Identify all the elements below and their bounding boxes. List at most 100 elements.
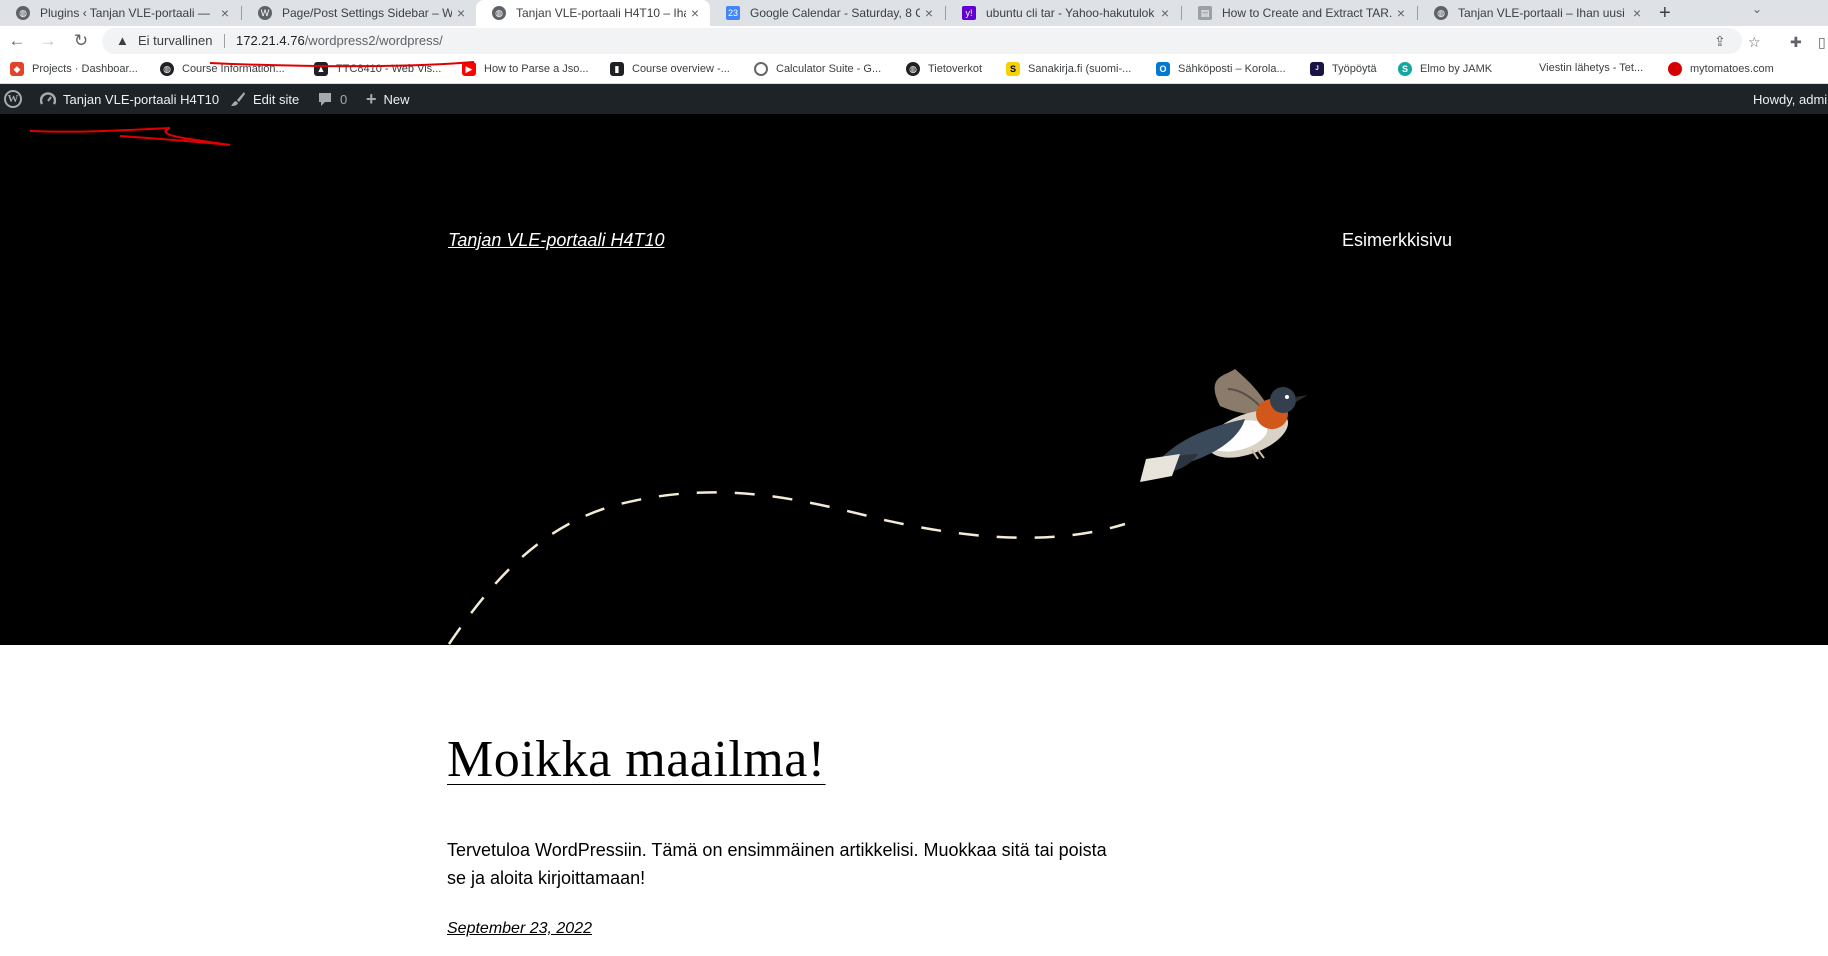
comment-bubble-icon	[317, 92, 333, 107]
url-text[interactable]: 172.21.4.76/wordpress2/wordpress/	[236, 33, 443, 48]
close-tab-icon[interactable]: ×	[452, 5, 470, 21]
gitlab-icon: ◆	[10, 62, 24, 76]
elmo-icon: S	[1398, 62, 1412, 76]
browser-tab-active[interactable]: ◍ Tanjan VLE-portaali H4T10 – Ihan ×	[476, 0, 710, 26]
bookmark-item[interactable]: O Sähköposti – Korola...	[1156, 62, 1286, 76]
site-header-hero: Tanjan VLE-portaali H4T10 Esimerkkisivu	[0, 114, 1828, 645]
comments-link[interactable]: 0	[317, 84, 347, 114]
bookmark-item[interactable]: ◆ Projects · Dashboar...	[10, 62, 138, 76]
browser-tab-strip: ◍ Plugins ‹ Tanjan VLE-portaali — × W Pa…	[0, 0, 1828, 26]
side-panel-icon[interactable]: ▯	[1818, 34, 1826, 51]
comments-count: 0	[340, 91, 348, 107]
bookmark-item[interactable]: S Sanakirja.fi (suomi-...	[1006, 62, 1131, 76]
browser-toolbar: ← → ↻ ▲ Ei turvallinen 172.21.4.76/wordp…	[0, 26, 1828, 56]
url-path: /wordpress2/wordpress/	[304, 33, 443, 48]
globe-icon: ◍	[1434, 6, 1448, 20]
bird-illustration	[1140, 369, 1308, 482]
book-icon: ▮	[610, 62, 624, 76]
geogebra-icon	[754, 62, 768, 76]
globe-dark-icon: ◍	[160, 62, 174, 76]
close-tab-icon[interactable]: ×	[1628, 5, 1646, 21]
wordpress-logo-icon: W	[4, 90, 22, 108]
browser-tab[interactable]: ▤ How to Create and Extract TAR.G ×	[1182, 0, 1416, 26]
new-label: New	[383, 91, 410, 107]
bookmark-label: Viestin lähetys - Tet...	[1539, 62, 1644, 74]
globe-icon: ◍	[492, 6, 506, 20]
youtube-icon: ▶	[462, 62, 476, 76]
bookmark-label: Elmo by JAMK	[1420, 63, 1493, 75]
sanakirja-icon: S	[1006, 62, 1020, 76]
browser-tab[interactable]: y! ubuntu cli tar - Yahoo-hakutulok ×	[946, 0, 1180, 26]
insecure-label[interactable]: Ei turvallinen	[138, 33, 212, 48]
close-tab-icon[interactable]: ×	[216, 5, 234, 21]
my-account-menu[interactable]: Howdy, admi	[1753, 84, 1827, 114]
bookmark-item[interactable]: S Elmo by JAMK	[1398, 62, 1492, 76]
tab-title: Page/Post Settings Sidebar – Wo	[282, 6, 452, 20]
bookmark-label: Course Information...	[182, 63, 285, 75]
bookmark-label: Sähköposti – Korola...	[1178, 63, 1286, 75]
plus-icon: +	[366, 88, 377, 109]
bookmark-item[interactable]: ◍ Course Information...	[160, 62, 285, 76]
bookmark-item[interactable]: Calculator Suite - G...	[754, 62, 881, 76]
wp-logo-menu[interactable]: W	[4, 84, 22, 114]
browser-tab[interactable]: W Page/Post Settings Sidebar – Wo ×	[242, 0, 476, 26]
bookmark-label: Työpöytä	[1332, 63, 1377, 75]
bookmark-item[interactable]: ▲ TTC8410 - Web Vis...	[314, 62, 441, 76]
close-tab-icon[interactable]: ×	[686, 5, 704, 21]
dashboard-gauge-icon	[40, 92, 56, 106]
bookmark-star-icon[interactable]: ☆	[1748, 34, 1761, 51]
yahoo-icon: y!	[962, 6, 976, 20]
url-host: 172.21.4.76	[236, 33, 305, 48]
outlook-icon: O	[1156, 62, 1170, 76]
post-title-link[interactable]: Moikka maailma!	[447, 730, 826, 789]
tab-title: Plugins ‹ Tanjan VLE-portaali —	[40, 6, 210, 20]
share-icon[interactable]: ⇪	[1714, 33, 1726, 50]
tab-title: Tanjan VLE-portaali – Ihan uusi V	[1458, 6, 1628, 20]
bookmark-item[interactable]: ▮ Course overview -...	[610, 62, 730, 76]
bookmark-item[interactable]: ▶ How to Parse a Jso...	[462, 62, 589, 76]
bookmark-label: Calculator Suite - G...	[776, 63, 882, 75]
post-date-link[interactable]: September 23, 2022	[447, 920, 592, 938]
edit-site-label: Edit site	[253, 91, 300, 107]
browser-tab[interactable]: ◍ Tanjan VLE-portaali – Ihan uusi V ×	[1418, 0, 1652, 26]
bookmarks-bar: ◆ Projects · Dashboar... ◍ Course Inform…	[0, 56, 1828, 84]
edit-site-link[interactable]: Edit site	[230, 84, 299, 114]
new-tab-button[interactable]: +	[1659, 0, 1671, 26]
jamk-icon: J	[1310, 62, 1324, 76]
bookmark-item[interactable]: J Työpöytä	[1310, 62, 1377, 76]
bookmark-item[interactable]: Viestin lähetys - Tet...	[1539, 62, 1643, 74]
site-name-menu[interactable]: Tanjan VLE-portaali H4T10	[40, 84, 219, 114]
bookmark-label: How to Parse a Jso...	[484, 63, 589, 75]
tab-title: Google Calendar - Saturday, 8 O	[750, 6, 920, 20]
wordpress-icon: W	[258, 6, 272, 20]
graduation-cap-icon: ▲	[314, 62, 328, 76]
tab-title: ubuntu cli tar - Yahoo-hakutulok	[986, 6, 1155, 20]
bookmark-item[interactable]: ◍ Tietoverkot	[906, 62, 982, 76]
nav-link-esimerkkisivu[interactable]: Esimerkkisivu	[1342, 230, 1452, 251]
tab-search-chevron-icon[interactable]: ⌄	[1752, 2, 1762, 16]
site-name-label: Tanjan VLE-portaali H4T10	[63, 91, 220, 107]
forward-arrow-icon[interactable]: →	[38, 32, 58, 50]
globe-dark-icon: ◍	[906, 62, 920, 76]
tab-title: How to Create and Extract TAR.G	[1222, 6, 1392, 20]
browser-tab[interactable]: ◍ Plugins ‹ Tanjan VLE-portaali — ×	[0, 0, 240, 26]
reload-icon[interactable]: ↻	[71, 32, 91, 50]
close-tab-icon[interactable]: ×	[1156, 5, 1174, 21]
page-icon: ▤	[1198, 6, 1212, 20]
close-tab-icon[interactable]: ×	[920, 5, 938, 21]
site-title-link[interactable]: Tanjan VLE-portaali H4T10	[448, 230, 664, 251]
address-bar[interactable]: ▲ Ei turvallinen 172.21.4.76/wordpress2/…	[102, 28, 1742, 54]
new-content-menu[interactable]: + New	[366, 84, 410, 114]
tab-title: Tanjan VLE-portaali H4T10 – Ihan	[516, 6, 686, 20]
close-tab-icon[interactable]: ×	[1392, 5, 1410, 21]
back-arrow-icon[interactable]: ←	[7, 32, 27, 50]
bookmark-item[interactable]: mytomatoes.com	[1668, 62, 1774, 76]
extensions-puzzle-icon[interactable]: ✚	[1790, 34, 1802, 51]
howdy-label: Howdy, admi	[1753, 91, 1828, 107]
bookmark-label: Projects · Dashboar...	[32, 63, 138, 75]
browser-tab[interactable]: 23 Google Calendar - Saturday, 8 O ×	[710, 0, 944, 26]
tomato-icon	[1668, 62, 1682, 76]
bookmark-label: Tietoverkot	[928, 63, 983, 75]
warning-triangle-icon: ▲	[116, 33, 129, 48]
bookmark-label: mytomatoes.com	[1690, 63, 1774, 75]
